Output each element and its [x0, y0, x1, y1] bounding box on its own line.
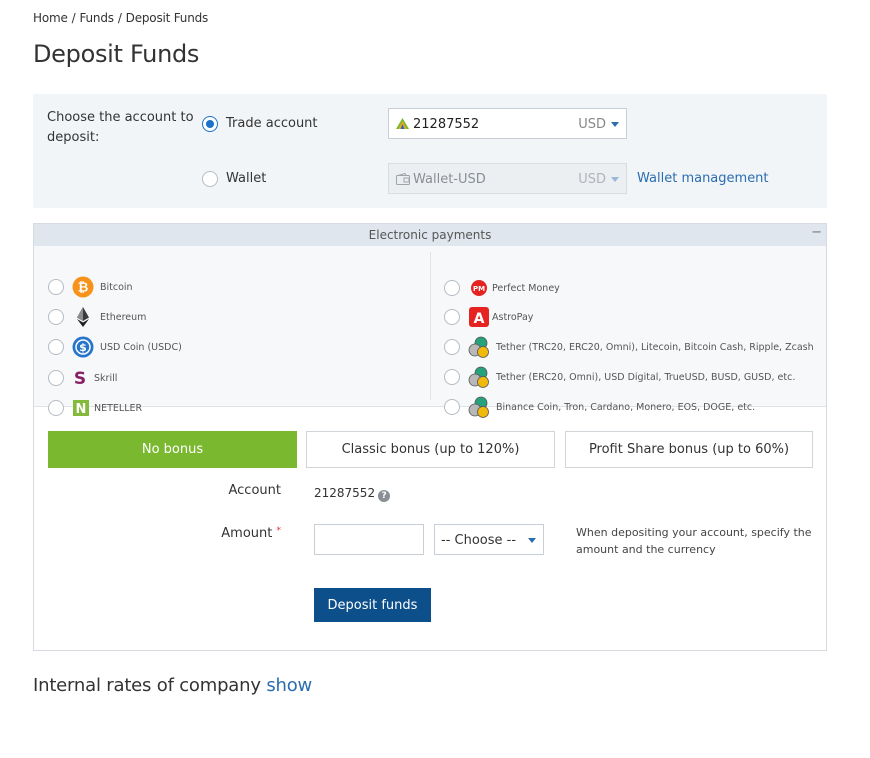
payment-method-astropay[interactable]: A AstroPay — [444, 305, 814, 329]
payment-method-label: Bitcoin — [100, 282, 133, 293]
chevron-down-icon — [611, 122, 619, 127]
ethereum-icon — [72, 306, 94, 328]
choose-account-label: Choose the account to deposit: — [47, 110, 194, 145]
show-rates-link[interactable]: show — [266, 675, 312, 696]
svg-text:PM: PM — [473, 285, 485, 293]
wallet-icon — [396, 172, 410, 189]
perfect-money-icon: PM — [468, 277, 490, 299]
breadcrumb: Home / Funds / Deposit Funds — [33, 11, 208, 25]
account-choice-panel: Choose the account to deposit: Trade acc… — [33, 94, 827, 208]
required-mark: * — [276, 526, 282, 536]
tether-trc20-radio[interactable] — [444, 339, 460, 355]
electronic-payments-panel: Electronic payments − ₿ Bitcoin Ethereum… — [33, 223, 827, 651]
classic-bonus-button[interactable]: Classic bonus (up to 120%) — [306, 431, 555, 468]
amount-label: Amount * — [164, 526, 281, 541]
deposit-funds-button[interactable]: Deposit funds — [314, 588, 431, 622]
wallet-currency: USD — [578, 172, 606, 187]
svg-text:$: $ — [79, 341, 87, 354]
bitcoin-icon: ₿ — [72, 276, 94, 298]
payment-method-label: AstroPay — [492, 312, 534, 323]
breadcrumb-separator: / — [71, 11, 76, 25]
breadcrumb-funds[interactable]: Funds — [79, 11, 114, 25]
payment-method-ethereum[interactable]: Ethereum — [48, 305, 418, 329]
usdc-radio[interactable] — [48, 339, 64, 355]
account-logo-icon — [396, 118, 409, 133]
payment-methods: ₿ Bitcoin Ethereum $ USD Coin (USDC) S S… — [34, 246, 826, 418]
payment-method-label: Binance Coin, Tron, Cardano, Monero, EOS… — [496, 402, 756, 413]
ethereum-radio[interactable] — [48, 309, 64, 325]
astropay-radio[interactable] — [444, 309, 460, 325]
payment-method-label: Perfect Money — [492, 283, 560, 294]
payment-method-binance-coin[interactable]: Binance Coin, Tron, Cardano, Monero, EOS… — [444, 395, 814, 419]
crypto-coins-icon — [468, 366, 490, 388]
account-number: 21287552 — [314, 486, 376, 500]
wallet-management-link[interactable]: Wallet management — [637, 171, 769, 186]
profit-share-bonus-button[interactable]: Profit Share bonus (up to 60%) — [565, 431, 813, 468]
wallet-account-name: Wallet-USD — [413, 172, 486, 187]
currency-select[interactable]: -- Choose -- — [434, 524, 544, 555]
perfect-money-radio[interactable] — [444, 280, 460, 296]
neteller-icon: N — [72, 397, 94, 419]
astropay-icon: A — [468, 306, 490, 328]
breadcrumb-home[interactable]: Home — [33, 11, 68, 25]
payment-method-label: Tether (ERC20, Omni), USD Digital, TrueU… — [496, 372, 796, 383]
payment-method-tether-erc20[interactable]: Tether (ERC20, Omni), USD Digital, TrueU… — [444, 365, 814, 389]
svg-text:A: A — [474, 311, 485, 327]
skrill-icon: S — [72, 367, 94, 389]
trade-account-number: 21287552 — [413, 117, 480, 132]
collapse-icon[interactable]: − — [811, 222, 822, 244]
skrill-radio[interactable] — [48, 370, 64, 386]
payment-method-neteller[interactable]: N NETELLER — [48, 396, 418, 420]
electronic-payments-title: Electronic payments — [368, 228, 492, 242]
payment-method-usdc[interactable]: $ USD Coin (USDC) — [48, 335, 418, 359]
svg-text:S: S — [74, 369, 86, 389]
svg-text:N: N — [76, 402, 87, 417]
payment-method-label: Ethereum — [100, 312, 147, 323]
amount-label-text: Amount — [221, 526, 273, 541]
wallet-select: Wallet-USD USD — [388, 163, 627, 194]
payment-method-label: Tether (TRC20, ERC20, Omni), Litecoin, B… — [496, 342, 814, 353]
payment-method-tether-trc20[interactable]: Tether (TRC20, ERC20, Omni), Litecoin, B… — [444, 335, 814, 359]
svg-text:₿: ₿ — [78, 281, 89, 296]
internal-rates-text: Internal rates of company — [33, 675, 261, 696]
crypto-coins-icon — [468, 396, 490, 418]
binance-coin-radio[interactable] — [444, 399, 460, 415]
account-value: 21287552? — [314, 486, 391, 502]
internal-rates: Internal rates of company show — [33, 675, 312, 696]
account-label: Account — [228, 483, 282, 498]
payment-method-label: Skrill — [94, 373, 118, 384]
no-bonus-button[interactable]: No bonus — [48, 431, 297, 468]
chevron-down-icon — [528, 538, 536, 543]
payment-method-bitcoin[interactable]: ₿ Bitcoin — [48, 275, 418, 299]
page-title: Deposit Funds — [33, 40, 200, 68]
wallet-label[interactable]: Wallet — [226, 171, 266, 186]
trade-account-label[interactable]: Trade account — [226, 116, 318, 131]
payment-method-skrill[interactable]: S Skrill — [48, 366, 418, 390]
column-divider — [430, 252, 431, 400]
usdc-icon: $ — [72, 336, 94, 358]
electronic-payments-header: Electronic payments − — [34, 224, 826, 246]
amount-input[interactable] — [314, 524, 424, 555]
help-icon[interactable]: ? — [378, 490, 391, 502]
currency-select-value: -- Choose -- — [441, 533, 517, 548]
breadcrumb-current: Deposit Funds — [125, 11, 209, 25]
breadcrumb-separator: / — [117, 11, 122, 25]
payment-method-label: USD Coin (USDC) — [100, 342, 182, 353]
neteller-radio[interactable] — [48, 400, 64, 416]
payment-method-label: NETELLER — [94, 403, 143, 414]
trade-account-radio[interactable] — [202, 116, 218, 132]
crypto-coins-icon — [468, 336, 490, 358]
trade-account-currency: USD — [578, 117, 606, 132]
payment-method-perfect-money[interactable]: PM Perfect Money — [444, 276, 814, 300]
bitcoin-radio[interactable] — [48, 279, 64, 295]
tether-erc20-radio[interactable] — [444, 369, 460, 385]
trade-account-select[interactable]: 21287552 USD — [388, 108, 627, 139]
chevron-down-icon — [611, 177, 619, 182]
wallet-radio[interactable] — [202, 171, 218, 187]
deposit-hint: When depositing your account, specify th… — [576, 526, 812, 556]
